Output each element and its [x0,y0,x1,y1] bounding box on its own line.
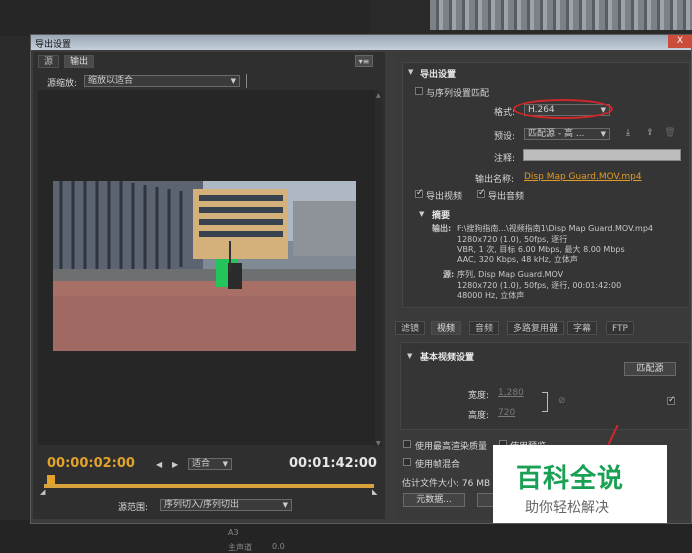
scroll-down-icon[interactable]: ▼ [376,440,381,447]
fit-value: 适合 [192,459,211,469]
save-preset-icon[interactable]: ⤓ [622,128,634,139]
timeline-bar[interactable] [44,484,374,488]
format-label: 格式: [494,108,516,118]
preset-value: 匹配源 - 高 ... [528,129,585,139]
chevron-down-icon: ▼ [222,460,228,468]
tab-filters[interactable]: 滤镜 [395,321,426,335]
export-audio-checkbox[interactable] [477,188,486,198]
dialog-title: 导出设置 [35,40,72,50]
source-range-label: 源范围: [118,503,149,513]
chain-link-icon[interactable]: ⊘ [558,396,566,406]
divider [246,74,247,88]
export-video-checkbox[interactable] [415,188,424,198]
vertical-scrollbar[interactable]: ▲ ▼ [375,92,383,447]
match-sequence-label: 与序列设置匹配 [426,89,490,99]
scroll-up-icon[interactable]: ▲ [376,92,381,99]
output-summary-line: AAC, 320 Kbps, 48 kHz, 立体声 [457,255,578,264]
delete-preset-icon[interactable]: 🗑 [664,128,676,139]
source-summary-label: 源: [443,270,455,279]
out-point-icon[interactable]: ◣ [372,488,377,496]
background-left-panel [0,36,30,526]
track-label: A3 [228,528,239,537]
tab-video[interactable]: 视频 [431,321,462,335]
collapse-icon[interactable]: ▼ [408,68,413,76]
summary-header: 摘要 [432,211,451,221]
width-value[interactable]: 1,280 [498,388,524,398]
estimated-size: 估计文件大小: 76 MB [402,479,491,489]
frame-blending-checkbox[interactable] [403,458,411,466]
master-level: 0.0 [272,542,285,551]
tab-source[interactable]: 源 [38,55,60,68]
output-name-link[interactable]: Disp Map Guard.MOV.mp4 [524,172,642,182]
video-frame [53,181,356,351]
watermark-title: 百科全说 [516,464,625,494]
chevron-down-icon: ▼ [600,130,606,138]
export-settings-header: 导出设置 [420,70,457,80]
panel-menu-button[interactable]: ▾≡ [355,55,373,67]
background-thumbnail [430,0,692,30]
duration-timecode: 00:01:42:00 [289,456,377,471]
export-video-label: 导出视频 [426,192,463,202]
source-scaling-label: 源缩放: [47,79,78,89]
fit-dropdown[interactable]: 适合 ▼ [188,458,232,470]
import-preset-icon[interactable]: ⇪ [644,128,656,139]
tab-captions[interactable]: 字幕 [567,321,598,335]
comment-label: 注释: [494,154,516,164]
link-bracket [542,392,548,412]
height-value[interactable]: 720 [498,408,515,418]
metadata-button[interactable]: 元数据... [403,493,465,507]
preset-dropdown[interactable]: 匹配源 - 高 ... ▼ [524,128,610,140]
highlight-ellipse [513,99,613,119]
master-track-label: 主声道 [228,543,252,552]
source-range-dropdown[interactable]: 序列切入/序列切出 ▼ [160,499,292,511]
source-scaling-dropdown[interactable]: 缩放以适合 ▼ [84,75,240,87]
close-button[interactable]: X [668,35,692,48]
play-out-icon[interactable]: ▶ [172,460,178,469]
collapse-icon[interactable]: ▼ [407,352,412,360]
tab-audio[interactable]: 音频 [469,321,500,335]
chevron-down-icon: ▼ [282,501,288,509]
output-name-label: 输出名称: [475,175,515,185]
current-timecode[interactable]: 00:00:02:00 [47,456,135,471]
source-summary-line: 48000 Hz, 立体声 [457,291,525,300]
source-summary-line: 序列, Disp Map Guard.MOV [457,270,564,279]
export-audio-label: 导出音频 [488,192,525,202]
tab-multiplexer[interactable]: 多路复用器 [507,321,565,335]
frame-blending-label: 使用帧混合 [415,460,461,470]
background-toolbar [0,0,370,36]
collapse-icon[interactable]: ▼ [419,210,424,218]
max-render-quality-checkbox[interactable] [403,440,411,448]
output-summary-label: 输出: [432,224,452,233]
source-scaling-value: 缩放以适合 [88,76,134,86]
in-point-icon[interactable]: ◢ [40,488,45,496]
basic-video-header: 基本视频设置 [420,353,475,363]
preset-label: 预设: [494,132,516,142]
watermark-subtitle: 助你轻松解决 [525,500,609,516]
tab-ftp[interactable]: FTP [606,321,634,335]
playhead[interactable] [47,475,55,484]
background-timeline: A3 主声道 0.0 [0,520,692,553]
match-sequence-checkbox[interactable] [415,87,423,95]
dialog-titlebar[interactable] [31,35,691,50]
output-summary-line: F:\搜狗指南...\视频指南1\Disp Map Guard.MOV.mp4 [457,224,654,233]
tab-output[interactable]: 输出 [64,55,95,68]
height-label: 高度: [468,411,490,421]
size-override-checkbox[interactable] [667,395,676,405]
match-source-button[interactable]: 匹配源 [624,362,676,376]
play-in-icon[interactable]: ◀ [156,460,162,469]
chevron-down-icon: ▼ [230,77,236,85]
max-render-quality-label: 使用最高渲染质量 [415,442,488,452]
width-label: 宽度: [468,391,490,401]
source-range-value: 序列切入/序列切出 [164,500,240,510]
comment-field[interactable] [523,149,681,161]
